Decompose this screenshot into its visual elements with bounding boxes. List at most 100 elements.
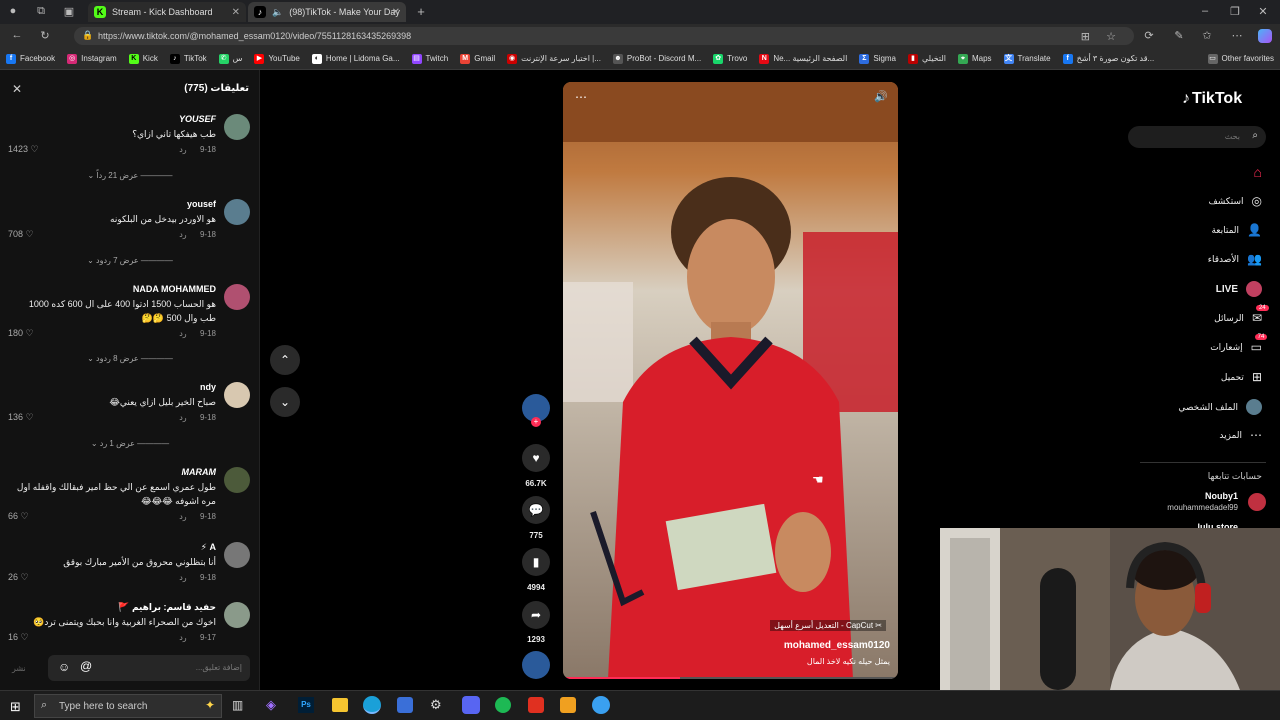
comment-username[interactable]: NADA MOHAMMED	[133, 284, 216, 294]
mention-icon[interactable]: @	[80, 659, 92, 673]
video-player[interactable]: ⋯ 🔊 ✂ CapCut - التعديل أسرع أسهل mohamed…	[563, 82, 898, 679]
bookmark-facebook-photo[interactable]: f قد تكون صورة ٣ أشخ...	[1057, 53, 1161, 64]
save-button[interactable]: ▮	[522, 548, 550, 576]
comment-username[interactable]: حفيد قاسم: براهيم 🚩	[118, 602, 216, 613]
comment-username[interactable]: yousef	[187, 199, 216, 209]
new-tab-icon[interactable]: +	[414, 4, 428, 19]
speaker-icon[interactable]: 🔈	[272, 7, 283, 18]
spotify-icon[interactable]	[495, 697, 511, 713]
bookmark-facebook[interactable]: f Facebook	[0, 53, 61, 64]
tab-actions-icon[interactable]: ▣	[62, 5, 76, 18]
copilot-taskbar-icon[interactable]: ◈	[266, 697, 276, 713]
close-window-icon[interactable]: ✕	[1256, 5, 1270, 18]
comment-likes[interactable]: 180 ♡	[8, 328, 34, 339]
progress-track[interactable]	[563, 677, 898, 679]
workspaces-icon[interactable]: ⧉	[34, 5, 48, 18]
close-tab-icon[interactable]: ✕	[392, 7, 400, 18]
share-button[interactable]: ➦	[522, 601, 550, 629]
comment-username[interactable]: A ⚡	[201, 542, 216, 553]
comment-likes[interactable]: 1423 ♡	[8, 144, 39, 155]
search-input[interactable]: ⌕ بحث	[1128, 126, 1266, 148]
other-favorites[interactable]: ▭ Other favorites	[1202, 53, 1280, 64]
reply-link[interactable]: رد	[179, 413, 186, 422]
bookmark-lidoma[interactable]: ◐ Home | Lidoma Ga...	[306, 53, 406, 64]
tab-tiktok[interactable]: ♪ 🔈 (98)TikTok - Make Your Day ✕	[248, 2, 406, 22]
nav-notifications[interactable]: ▭ 74 إشعارات	[1210, 334, 1268, 354]
bookmark-speedtest[interactable]: ◉ اختبار سرعة الإنترنت |...	[501, 53, 607, 64]
refresh-extension-icon[interactable]: ⟳	[1142, 29, 1156, 42]
file-explorer-icon[interactable]	[332, 698, 348, 712]
nav-profile[interactable]: الملف الشخصي	[1178, 399, 1262, 415]
avatar[interactable]	[224, 542, 250, 568]
post-button[interactable]: نشر	[12, 664, 26, 673]
comment-likes[interactable]: 66 ♡	[8, 511, 29, 522]
next-video-button[interactable]: ⌄	[270, 387, 300, 417]
address-bar[interactable]: 🔒 https://www.tiktok.com/@mohamed_essam0…	[74, 27, 1134, 45]
bookmark-tiktok[interactable]: ♪ TikTok	[164, 53, 213, 64]
avatar[interactable]	[224, 199, 250, 225]
bookmark-netflix[interactable]: N Ne... الصفحة الرئيسية	[753, 53, 853, 64]
comment-username[interactable]: YOUSEF	[179, 114, 216, 124]
app-available-icon[interactable]: ⊞	[1081, 30, 1090, 43]
back-icon[interactable]: ←	[10, 29, 24, 41]
bookmark-probot[interactable]: ☻ ProBot - Discord M...	[607, 53, 707, 64]
reply-link[interactable]: رد	[179, 145, 186, 154]
comment-likes[interactable]: 26 ♡	[8, 572, 29, 583]
bookmark-whatsapp[interactable]: ✆ س	[213, 53, 249, 64]
like-button[interactable]: ♥	[522, 444, 550, 472]
profile-icon[interactable]: ●	[6, 5, 20, 17]
volume-icon[interactable]: 🔊	[874, 90, 888, 103]
comment-likes[interactable]: 708 ♡	[8, 229, 34, 240]
view-replies-button[interactable]: ———— عرض 1 رد ⌄	[0, 439, 259, 448]
nav-explore[interactable]: ◎ استكشف	[1208, 194, 1262, 208]
nav-live[interactable]: LIVE	[1216, 281, 1262, 297]
extensions-icon[interactable]: ✎	[1172, 29, 1186, 42]
discord-icon[interactable]	[462, 696, 480, 714]
previous-video-button[interactable]: ⌃	[270, 345, 300, 375]
nav-upload[interactable]: ⊞ تحميل	[1221, 370, 1262, 384]
streaming-app-icon[interactable]	[528, 697, 544, 713]
comment-username[interactable]: MARAM	[182, 467, 217, 477]
comment-username[interactable]: ndy	[200, 382, 216, 392]
avatar[interactable]	[224, 602, 250, 628]
bookmark-kick[interactable]: K Kick	[123, 53, 164, 64]
bookmark-twitch[interactable]: ▤ Twitch	[406, 53, 455, 64]
nav-friends[interactable]: 👥 الأصدقاء	[1208, 252, 1262, 266]
more-options-icon[interactable]: ⋯	[575, 90, 587, 104]
nav-messages[interactable]: ✉ 24 الرسائل	[1214, 305, 1269, 325]
task-view-icon[interactable]: ▥	[232, 698, 243, 712]
reply-link[interactable]: رد	[179, 230, 186, 239]
close-comments-icon[interactable]: ✕	[12, 82, 22, 96]
view-replies-button[interactable]: ———— عرض 8 ردود ⌄	[0, 354, 259, 363]
minimize-icon[interactable]: –	[1198, 5, 1212, 17]
bookmark-instagram[interactable]: ◎ Instagram	[61, 53, 123, 64]
bookmark-trovo[interactable]: ✿ Trovo	[707, 53, 753, 64]
avatar[interactable]	[224, 114, 250, 140]
reply-link[interactable]: رد	[179, 329, 186, 338]
view-replies-button[interactable]: ———— عرض 7 ردود ⌄	[0, 256, 259, 265]
tab-kick-dashboard[interactable]: K Stream - Kick Dashboard ✕	[88, 2, 246, 22]
nav-home[interactable]: ⌂	[1246, 164, 1262, 180]
photoshop-icon[interactable]: Ps	[298, 697, 314, 713]
comment-likes[interactable]: 136 ♡	[8, 412, 34, 423]
bookmark-youtube[interactable]: ▶ YouTube	[248, 53, 305, 64]
comment-button[interactable]: 💬	[522, 496, 550, 524]
emoji-icon[interactable]: ☺	[58, 660, 70, 674]
bookmark-takhayuli[interactable]: ▮ التخيلي	[902, 53, 952, 64]
close-tab-icon[interactable]: ✕	[232, 7, 240, 18]
reload-icon[interactable]: ↻	[38, 29, 52, 42]
favorites-icon[interactable]: ✩	[1200, 29, 1214, 42]
reply-link[interactable]: رد	[179, 633, 186, 642]
follow-plus-icon[interactable]: +	[531, 417, 541, 427]
nav-more[interactable]: ⋯ المزيد	[1219, 428, 1262, 442]
taskbar-search-input[interactable]: ⌕ Type here to search ✦	[34, 694, 222, 718]
more-icon[interactable]: ⋯	[1230, 29, 1244, 42]
steam-icon[interactable]: ⚙	[430, 697, 442, 713]
avatar[interactable]	[224, 284, 250, 310]
view-replies-button[interactable]: ———— عرض 21 رداً ⌄	[0, 171, 259, 180]
edge-icon[interactable]	[363, 696, 381, 714]
avatar[interactable]	[224, 467, 250, 493]
app-icon[interactable]	[592, 696, 610, 714]
windows-start-icon[interactable]: ⊞	[10, 699, 21, 715]
comment-likes[interactable]: 16 ♡	[8, 632, 29, 643]
